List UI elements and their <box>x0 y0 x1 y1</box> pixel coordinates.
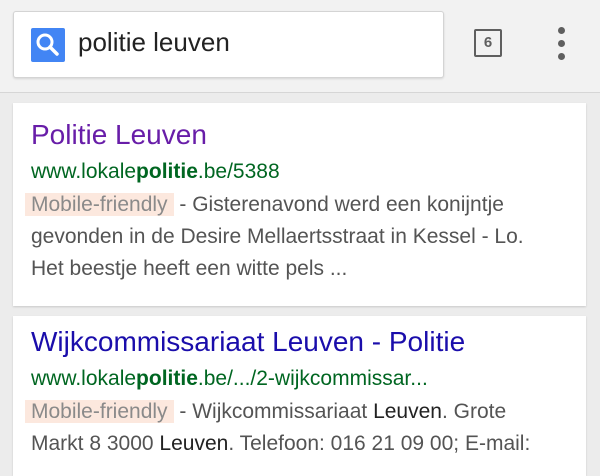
result-snippet: Mobile-friendly - Wijkcommissariaat Leuv… <box>25 396 579 460</box>
search-result-card: Politie Leuven www.lokalepolitie.be/5388… <box>13 103 586 306</box>
mobile-friendly-badge: Mobile-friendly <box>25 400 174 423</box>
search-icon[interactable] <box>31 28 65 62</box>
result-title-link[interactable]: Politie Leuven <box>31 119 207 151</box>
mobile-friendly-badge: Mobile-friendly <box>25 193 174 216</box>
result-snippet: Mobile-friendly - Gisterenavond werd een… <box>25 189 579 285</box>
result-url: www.lokalepolitie.be/.../2-wijkcommissar… <box>31 367 428 390</box>
result-url: www.lokalepolitie.be/5388 <box>31 160 280 183</box>
tab-count: 6 <box>474 29 502 57</box>
top-bar: politie leuven 6 <box>0 0 600 93</box>
search-box[interactable]: politie leuven <box>13 11 444 78</box>
search-query[interactable]: politie leuven <box>78 27 230 58</box>
result-title-link[interactable]: Wijkcommissariaat Leuven - Politie <box>31 326 465 358</box>
tabs-icon[interactable]: 6 <box>474 29 502 57</box>
search-result-card: Wijkcommissariaat Leuven - Politie www.l… <box>13 316 586 476</box>
overflow-menu-icon[interactable] <box>548 27 576 61</box>
